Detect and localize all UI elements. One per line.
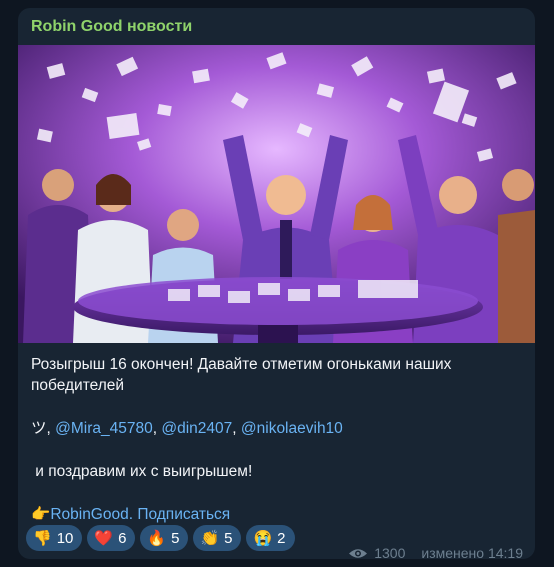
fire-icon: 🔥 <box>147 529 167 547</box>
reaction-count: 5 <box>171 529 180 547</box>
post-text: Розыгрыш 16 окончен! Давайте отметим ого… <box>31 354 526 525</box>
message-meta: 1300 изменено 14:19 <box>348 545 523 559</box>
post-image[interactable] <box>18 45 535 343</box>
winners-prefix: ツ, <box>31 420 56 437</box>
winner-mention-2[interactable]: @din2407 <box>161 420 232 437</box>
winner-mention-3[interactable]: @nikolaevih10 <box>241 420 343 437</box>
separator: , <box>232 420 241 437</box>
reaction-fire[interactable]: 🔥 5 <box>140 525 189 551</box>
message-bubble: Robin Good новости Розыгрыш 16 окончен! … <box>18 8 535 559</box>
post-text-line1: Розыгрыш 16 окончен! Давайте отметим ого… <box>31 356 452 394</box>
edited-timestamp: изменено 14:19 <box>421 545 523 559</box>
signature-line: 👉RobinGood. Подписаться <box>31 504 526 525</box>
heart-icon: ❤️ <box>94 529 114 547</box>
reaction-count: 10 <box>56 529 74 547</box>
reactions-bar: 👎 10 ❤️ 6 🔥 5 👏 5 😭 2 <box>26 525 295 551</box>
crying-face-icon: 😭 <box>253 529 273 547</box>
congrats-line: и поздравим их с выигрышем! <box>31 463 253 480</box>
reaction-count: 2 <box>277 529 286 547</box>
reaction-count: 6 <box>118 529 127 547</box>
reaction-clapping[interactable]: 👏 5 <box>193 525 242 551</box>
reaction-thumbs-down[interactable]: 👎 10 <box>26 525 83 551</box>
clapping-hands-icon: 👏 <box>200 529 220 547</box>
reaction-heart[interactable]: ❤️ 6 <box>87 525 136 551</box>
reaction-crying[interactable]: 😭 2 <box>246 525 295 551</box>
subscribe-link[interactable]: RobinGood. Подписаться <box>50 506 230 523</box>
winner-mention-1[interactable]: @Mira_45780 <box>55 420 153 437</box>
winners-line: ツ, @Mira_45780, @din2407, @nikolaevih10 <box>31 418 526 439</box>
channel-name[interactable]: Robin Good новости <box>31 18 192 36</box>
thumbs-down-icon: 👎 <box>33 529 52 547</box>
view-count: 1300 <box>374 545 406 559</box>
reaction-count: 5 <box>224 529 233 547</box>
pointing-right-icon: 👉 <box>31 506 51 523</box>
eye-icon <box>348 547 368 560</box>
